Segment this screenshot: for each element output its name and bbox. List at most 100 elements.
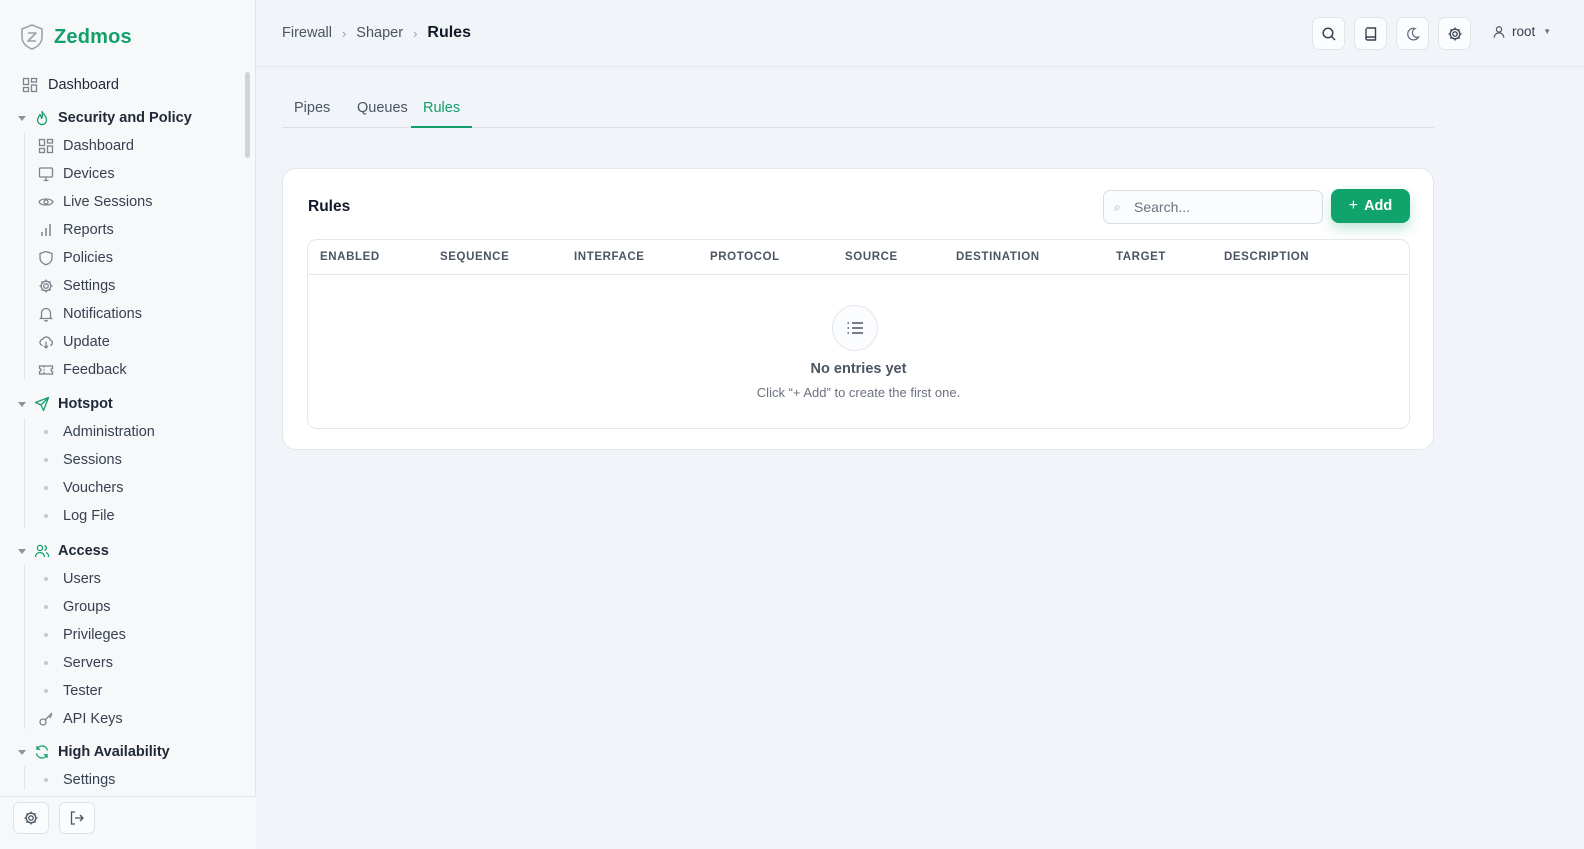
docs-button[interactable]	[1354, 17, 1387, 50]
sidebar-item-update[interactable]: Update	[38, 331, 110, 353]
sidebar-item-label: Dashboard	[63, 138, 134, 154]
section-divider	[24, 766, 25, 790]
chevron-right-icon: ›	[341, 25, 347, 41]
search-input[interactable]	[1134, 199, 1314, 215]
bullet	[44, 514, 48, 518]
section-high-availability[interactable]: High Availability	[18, 741, 170, 763]
tab-bar: Pipes Queues Rules	[282, 96, 1434, 128]
column-enabled[interactable]: ENABLED	[320, 251, 380, 263]
section-label: Hotspot	[58, 396, 113, 412]
column-sequence[interactable]: SEQUENCE	[440, 251, 509, 263]
sidebar-item-label: Sessions	[63, 452, 122, 468]
empty-state-title: No entries yet	[810, 361, 907, 377]
sidebar-item-live-sessions[interactable]: Live Sessions	[38, 191, 152, 213]
column-target[interactable]: TARGET	[1116, 251, 1166, 263]
sidebar-item-dashboard[interactable]: Dashboard	[38, 135, 134, 157]
column-destination[interactable]: DESTINATION	[956, 251, 1040, 263]
search-button[interactable]	[1312, 17, 1345, 50]
sidebar-item-label: Notifications	[63, 306, 142, 322]
section-security-and-policy[interactable]: Security and Policy	[18, 107, 192, 129]
sidebar-item-devices[interactable]: Devices	[38, 163, 115, 185]
caret-down-icon	[18, 749, 26, 755]
sidebar-item-label: Groups	[63, 599, 111, 615]
settings-button[interactable]	[13, 802, 49, 834]
bullet	[44, 458, 48, 462]
tab-pipes[interactable]: Pipes	[294, 100, 330, 128]
sidebar-item-label: Dashboard	[48, 77, 119, 93]
sidebar-footer	[0, 796, 256, 849]
monitor-icon	[38, 167, 54, 182]
gear-icon	[39, 279, 53, 293]
tab-rules[interactable]: Rules	[411, 100, 473, 128]
brand-name: Zedmos	[54, 25, 132, 48]
sidebar-item-label: Reports	[63, 222, 114, 238]
sidebar-item-privileges[interactable]: Privileges	[38, 624, 126, 646]
column-description[interactable]: DESCRIPTION	[1224, 251, 1309, 263]
cloud-download-icon	[39, 336, 54, 349]
sidebar-item-tester[interactable]: Tester	[38, 680, 103, 702]
theme-toggle-button[interactable]	[1396, 17, 1429, 50]
key-icon	[39, 712, 53, 726]
sidebar-item-users[interactable]: Users	[38, 568, 101, 590]
grid-icon	[38, 138, 54, 154]
moon-icon	[1406, 27, 1420, 41]
sidebar-item-label: Feedback	[63, 362, 127, 378]
search-field[interactable]: ⌕	[1103, 190, 1323, 224]
sidebar-item-label: Tester	[63, 683, 103, 699]
sidebar-item-api-keys[interactable]: API Keys	[38, 708, 123, 730]
logout-button[interactable]	[59, 802, 95, 834]
sidebar-item-log-file[interactable]: Log File	[38, 505, 115, 527]
section-divider	[24, 418, 25, 528]
shield-logo-icon	[21, 24, 43, 50]
caret-down-icon	[18, 401, 26, 407]
bullet	[44, 661, 48, 665]
user-name: root	[1512, 24, 1536, 39]
sidebar-item-settings[interactable]: Settings	[38, 275, 115, 297]
section-label: Security and Policy	[58, 110, 192, 126]
sidebar-item-policies[interactable]: Policies	[38, 247, 113, 269]
sidebar-item-label: API Keys	[63, 711, 123, 727]
sidebar-item-feedback[interactable]: Feedback	[38, 359, 127, 381]
breadcrumb-firewall[interactable]: Firewall	[282, 25, 332, 41]
add-button[interactable]: + Add	[1331, 189, 1410, 223]
tab-queues[interactable]: Queues	[357, 100, 408, 128]
table-header: ENABLED SEQUENCE INTERFACE PROTOCOL SOUR…	[308, 240, 1409, 275]
sidebar-item-label: Policies	[63, 250, 113, 266]
sidebar-item-groups[interactable]: Groups	[38, 596, 111, 618]
book-icon	[1364, 26, 1376, 41]
bar-chart-icon	[41, 224, 51, 236]
settings-button[interactable]	[1438, 17, 1471, 50]
sidebar-item-label: Devices	[63, 166, 115, 182]
sidebar-item-dashboard[interactable]: Dashboard	[22, 74, 119, 96]
section-access[interactable]: Access	[18, 540, 109, 562]
sidebar-item-label: Privileges	[63, 627, 126, 643]
sidebar-item-vouchers[interactable]: Vouchers	[38, 477, 123, 499]
bell-icon	[38, 307, 54, 322]
user-menu[interactable]: root ▼	[1492, 24, 1551, 39]
sidebar-item-label: Administration	[63, 424, 155, 440]
chevron-right-icon: ›	[413, 25, 418, 41]
sidebar-item-reports[interactable]: Reports	[38, 219, 114, 241]
sidebar-item-notifications[interactable]: Notifications	[38, 303, 142, 325]
column-source[interactable]: SOURCE	[845, 251, 898, 263]
caret-down-icon	[18, 115, 26, 121]
column-interface[interactable]: INTERFACE	[574, 251, 645, 263]
bullet	[44, 689, 48, 693]
sidebar-item-label: Settings	[63, 278, 116, 294]
rules-table: ENABLED SEQUENCE INTERFACE PROTOCOL SOUR…	[307, 239, 1410, 429]
add-button-label: Add	[1364, 198, 1393, 214]
send-icon	[34, 396, 50, 412]
column-protocol[interactable]: PROTOCOL	[710, 251, 780, 263]
section-hotspot[interactable]: Hotspot	[18, 393, 113, 415]
card-title: Rules	[308, 198, 351, 215]
users-icon	[34, 544, 50, 558]
refresh-icon	[35, 745, 49, 759]
sidebar-item-ha-settings[interactable]: Settings	[38, 769, 115, 790]
bullet	[44, 605, 48, 609]
sidebar-item-administration[interactable]: Administration	[38, 421, 155, 443]
sidebar-item-servers[interactable]: Servers	[38, 652, 113, 674]
breadcrumb-shaper[interactable]: Shaper	[356, 25, 403, 41]
sidebar-item-sessions[interactable]: Sessions	[38, 449, 122, 471]
sidebar-item-label: Update	[63, 334, 110, 350]
brand[interactable]: Zedmos	[20, 24, 132, 50]
